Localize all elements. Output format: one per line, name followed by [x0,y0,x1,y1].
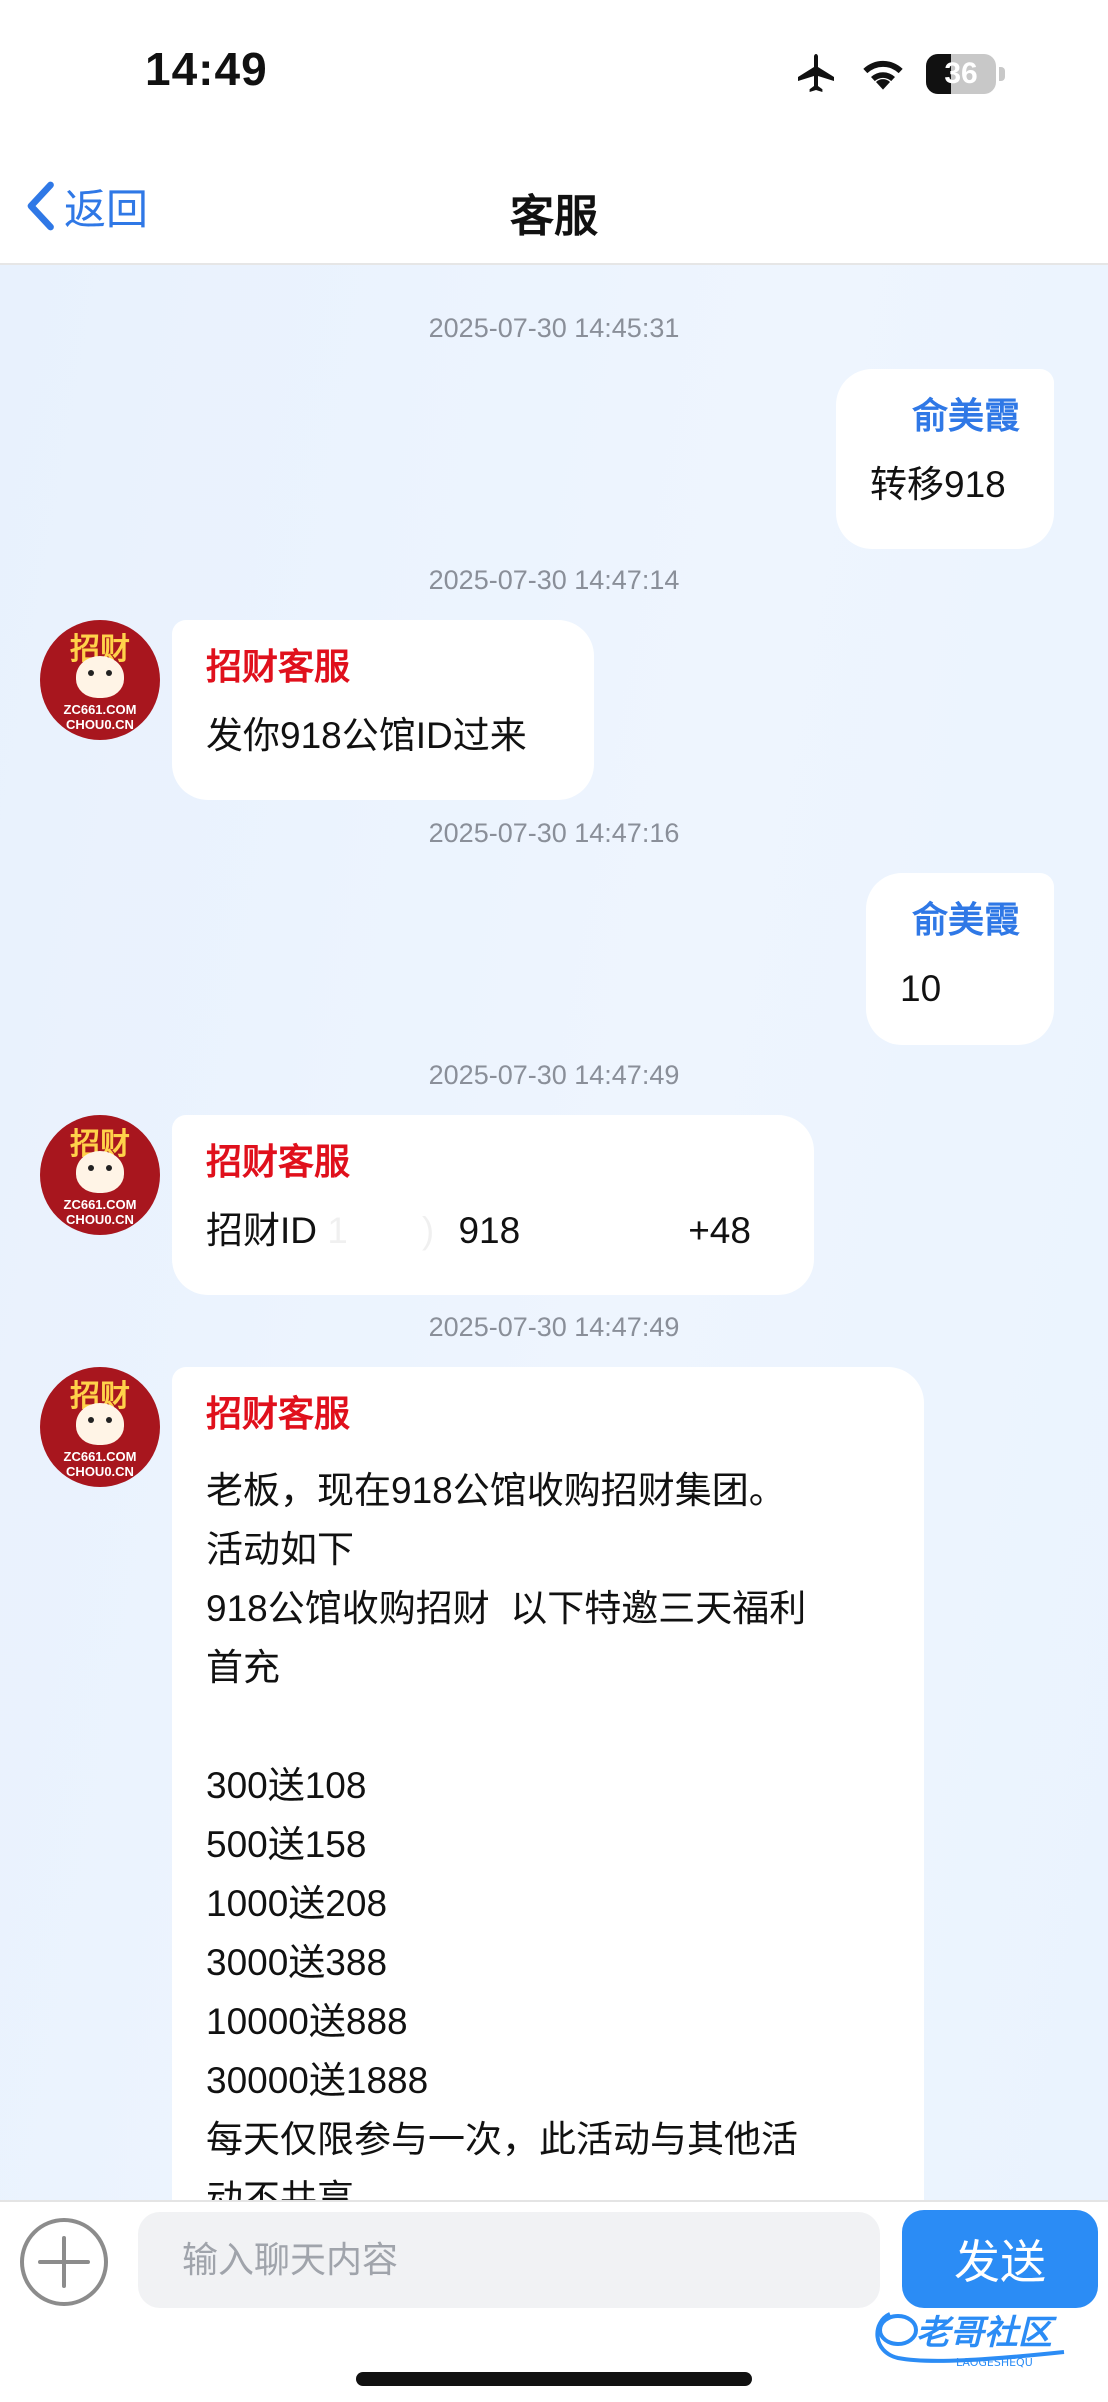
battery-level-text: 36 [944,57,978,90]
sender-name: 招财客服 [206,646,351,687]
message-bubble-agent[interactable]: 招财客服 发你918公馆ID过来 [172,620,594,800]
send-button[interactable]: 发送 [902,2210,1098,2308]
message-timestamp: 2025-07-30 14:45:31 [428,313,680,343]
home-indicator [356,2372,752,2386]
chat-input[interactable] [138,2212,880,2308]
airplane-mode-icon [798,54,834,92]
message-text: 老板，现在918公馆收购招财集团。 活动如下 918公馆收购招财 以下特邀三天福… [206,1470,807,2200]
message-timestamp: 2025-07-30 14:47:49 [428,1312,680,1342]
message-text: 招财ID 1 ) 918 +48 [206,1210,751,1251]
message-bubble-agent[interactable]: 招财客服 招财ID 1 ) 918 +48 [172,1115,814,1295]
message-text: 发你918公馆ID过来 [206,715,527,756]
message-bubble-user[interactable]: 俞美霞 10 [866,873,1054,1045]
sender-name: 俞美霞 [911,899,1020,940]
battery-indicator: 36 [926,54,1008,94]
message-text: 10 [900,968,942,1009]
message-bubble-user[interactable]: 俞美霞 转移918 [836,369,1054,549]
sender-name: 招财客服 [206,1393,351,1434]
sender-name: 俞美霞 [911,395,1020,436]
message-timestamp: 2025-07-30 14:47:49 [428,1060,680,1090]
svg-text:LAOGESHEQU: LAOGESHEQU [956,2356,1033,2369]
nav-header: 返回 客服 [0,150,1108,265]
agent-avatar[interactable]: 招财 ZC661.COM CHOU0.CN [40,1367,160,1487]
message-text: 转移918 [870,464,1006,505]
status-bar: 14:49 36 [0,0,1108,150]
svg-text:老哥社区: 老哥社区 [916,2313,1057,2353]
agent-avatar[interactable]: 招财 ZC661.COM CHOU0.CN [40,1115,160,1235]
agent-avatar[interactable]: 招财 ZC661.COM CHOU0.CN [40,620,160,740]
message-timestamp: 2025-07-30 14:47:16 [428,818,680,848]
chat-input-bar: 发送 老哥社区 LAOGESHEQU [0,2200,1108,2402]
sender-name: 招财客服 [206,1141,351,1182]
plus-circle-icon[interactable] [18,2216,110,2308]
page-title: 客服 [510,192,598,241]
message-bubble-agent[interactable]: 招财客服 老板，现在918公馆收购招财集团。 活动如下 918公馆收购招财 以下… [172,1367,924,2200]
watermark-logo: 老哥社区 LAOGESHEQU [875,2312,1065,2369]
status-time: 14:49 [145,43,268,95]
chat-messages[interactable]: 2025-07-30 14:45:31 俞美霞 转移918 2025-07-30… [0,265,1108,2200]
message-timestamp: 2025-07-30 14:47:14 [428,565,680,595]
wifi-icon [863,60,903,90]
